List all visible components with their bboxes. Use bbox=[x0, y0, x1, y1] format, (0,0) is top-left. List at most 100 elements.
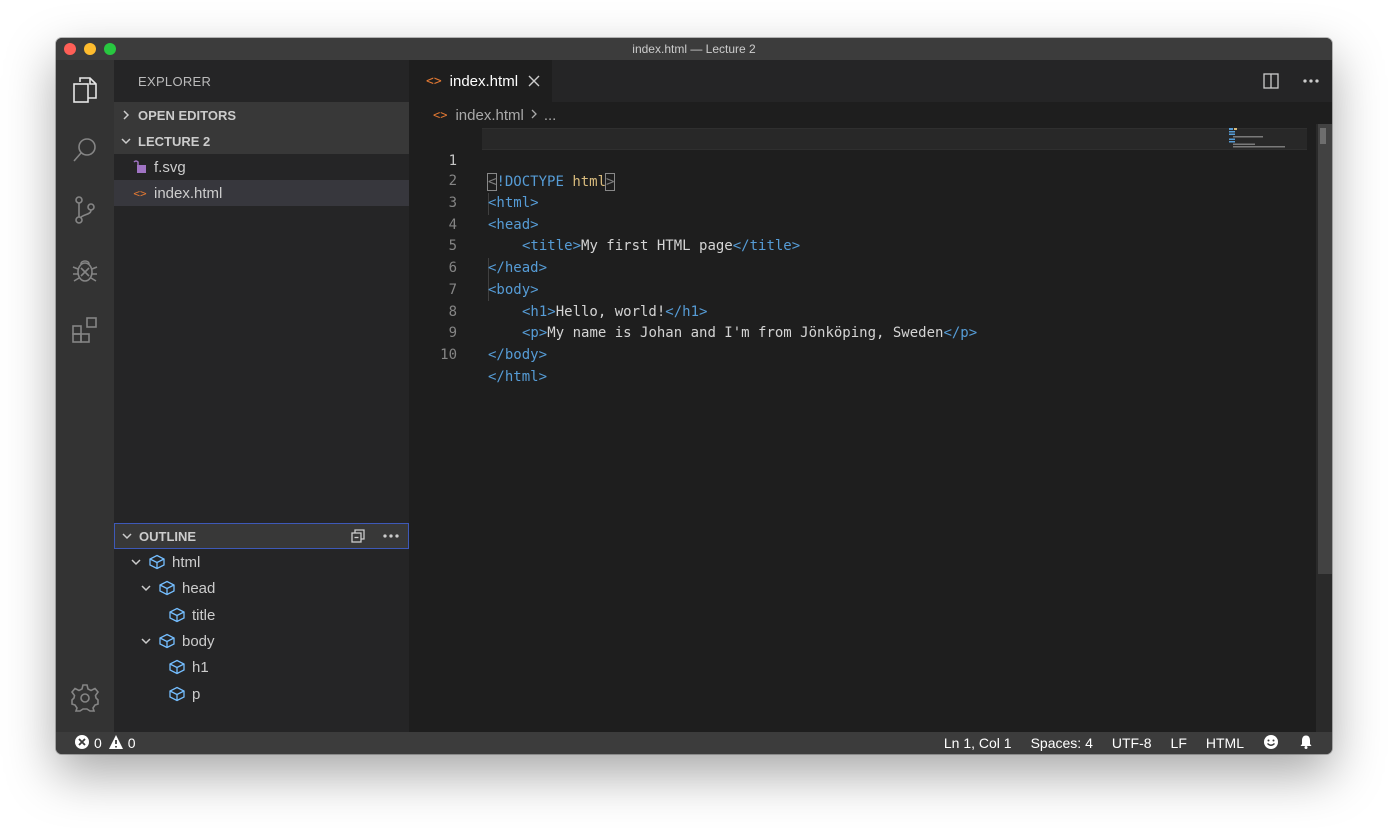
code-line-5: 5 </head> bbox=[409, 215, 1319, 276]
more-actions-icon[interactable] bbox=[1302, 72, 1320, 95]
chevron-right-icon bbox=[114, 109, 138, 121]
editor-area: <> index.html <> index.html ... 1 <!DOCT… bbox=[409, 60, 1332, 732]
tab-index-html[interactable]: <> index.html bbox=[409, 60, 552, 102]
collapse-all-icon[interactable] bbox=[350, 528, 368, 547]
outline-item-h1[interactable]: h1 bbox=[168, 654, 209, 680]
folder-section[interactable]: LECTURE 2 bbox=[114, 128, 409, 154]
breadcrumb: <> index.html ... bbox=[433, 106, 556, 124]
code-line-1: 1 <!DOCTYPE html> bbox=[449, 128, 1307, 192]
file-item-f-svg[interactable]: f.svg bbox=[114, 154, 409, 180]
code-text: </body> bbox=[488, 346, 548, 363]
breadcrumb-symbol[interactable]: ... bbox=[544, 107, 557, 124]
code-line-7: 7 <h1>Hello, world!</h1> bbox=[409, 258, 1319, 320]
file-item-index-html[interactable]: <> index.html bbox=[114, 180, 409, 206]
debug-icon[interactable] bbox=[67, 252, 103, 288]
feedback-smiley-icon[interactable] bbox=[1263, 734, 1279, 753]
file-name: f.svg bbox=[154, 158, 186, 176]
code-line-3: 3 <head> bbox=[409, 171, 1319, 233]
close-tab-icon[interactable] bbox=[528, 75, 540, 87]
outline-item-p[interactable]: p bbox=[168, 681, 200, 707]
outline-item-body[interactable]: body bbox=[138, 628, 215, 654]
scroll-position-marker bbox=[1320, 128, 1326, 144]
vscode-window: index.html — Lecture 2 EXPLORER OPEN EDI… bbox=[56, 38, 1332, 754]
encoding[interactable]: UTF-8 bbox=[1112, 735, 1152, 751]
extensions-icon[interactable] bbox=[67, 312, 103, 348]
code-editor[interactable]: 1 <!DOCTYPE html> 2 <html> 3 <head> 4 <t… bbox=[409, 128, 1319, 385]
close-window-button[interactable] bbox=[64, 43, 76, 55]
svg-file-icon bbox=[132, 159, 148, 175]
code-line-8: 8 <p>My name is Johan and I'm from Jönkö… bbox=[409, 280, 1319, 342]
file-name: index.html bbox=[154, 184, 223, 202]
problems-indicator[interactable]: 0 0 bbox=[74, 734, 136, 753]
status-bar: 0 0 Ln 1, Col 1 Spaces: 4 UTF-8 LF HTML bbox=[56, 732, 1332, 754]
maximize-window-button[interactable] bbox=[104, 43, 116, 55]
chevron-right-icon bbox=[530, 107, 538, 124]
outline-item-title[interactable]: title bbox=[168, 602, 215, 628]
chevron-down-icon bbox=[115, 531, 139, 541]
element-cube-icon bbox=[168, 686, 186, 702]
breadcrumb-file[interactable]: index.html bbox=[455, 107, 523, 124]
outline-label: OUTLINE bbox=[139, 528, 197, 544]
html-file-icon: <> bbox=[133, 186, 147, 200]
indentation[interactable]: Spaces: 4 bbox=[1031, 735, 1093, 751]
title-bar: index.html — Lecture 2 bbox=[56, 38, 1332, 60]
outline-actions bbox=[350, 528, 400, 547]
tab-bar: <> index.html bbox=[409, 60, 1332, 102]
vertical-scrollbar-thumb[interactable] bbox=[1318, 124, 1332, 574]
outline-label: title bbox=[192, 606, 216, 624]
warning-count: 0 bbox=[127, 735, 136, 751]
code-line-9: 9 </body> bbox=[409, 302, 1319, 363]
cursor-position[interactable]: Ln 1, Col 1 bbox=[944, 735, 1012, 751]
html-file-icon: <> bbox=[426, 73, 442, 89]
code-line-2: 2 <html> bbox=[409, 150, 1319, 211]
window-title: index.html — Lecture 2 bbox=[632, 42, 756, 56]
language-mode[interactable]: HTML bbox=[1206, 735, 1244, 751]
window-controls bbox=[64, 43, 116, 55]
settings-gear-icon[interactable] bbox=[67, 680, 103, 716]
minimap[interactable] bbox=[1229, 128, 1289, 148]
notifications-bell-icon[interactable] bbox=[1298, 734, 1314, 753]
chevron-down-icon bbox=[114, 136, 138, 146]
open-editors-section[interactable]: OPEN EDITORS bbox=[114, 102, 409, 128]
outline-item-head[interactable]: head bbox=[138, 575, 215, 601]
chevron-down-icon bbox=[138, 583, 154, 593]
editor-actions bbox=[1262, 72, 1320, 95]
end-of-line[interactable]: LF bbox=[1171, 735, 1187, 751]
source-control-icon[interactable] bbox=[67, 192, 103, 228]
outline-label: p bbox=[192, 685, 201, 703]
code-line-4: 4 <title>My first HTML page</title> bbox=[409, 193, 1319, 255]
search-icon[interactable] bbox=[67, 132, 103, 168]
line-number: 10 bbox=[440, 346, 457, 363]
outline-label: body bbox=[182, 632, 215, 650]
sidebar-title: EXPLORER bbox=[138, 74, 212, 89]
open-editors-label: OPEN EDITORS bbox=[138, 107, 237, 123]
explorer-sidebar: EXPLORER OPEN EDITORS LECTURE 2 f.svg <>… bbox=[114, 60, 409, 732]
chevron-down-icon bbox=[128, 557, 144, 567]
status-right: Ln 1, Col 1 Spaces: 4 UTF-8 LF HTML bbox=[944, 734, 1314, 753]
code-line-6: 6 <body> bbox=[409, 236, 1319, 298]
element-cube-icon bbox=[168, 607, 186, 623]
more-actions-icon[interactable] bbox=[382, 528, 400, 547]
element-cube-icon bbox=[148, 554, 166, 570]
folder-label: LECTURE 2 bbox=[138, 133, 211, 149]
outline-item-html[interactable]: html bbox=[128, 549, 200, 575]
outline-label: html bbox=[172, 553, 201, 571]
explorer-icon[interactable] bbox=[67, 72, 103, 108]
outline-label: h1 bbox=[192, 658, 209, 676]
warning-icon bbox=[108, 734, 124, 753]
element-cube-icon bbox=[158, 580, 176, 596]
outline-label: head bbox=[182, 579, 216, 597]
chevron-down-icon bbox=[138, 636, 154, 646]
code-line-10: 10 </html> bbox=[409, 323, 1319, 385]
html-file-icon: <> bbox=[433, 108, 448, 122]
minimize-window-button[interactable] bbox=[84, 43, 96, 55]
element-cube-icon bbox=[158, 633, 176, 649]
tab-label: index.html bbox=[449, 72, 519, 90]
code-text: </html> bbox=[488, 368, 548, 385]
outline-section[interactable]: OUTLINE bbox=[114, 523, 409, 549]
error-count: 0 bbox=[94, 735, 102, 751]
error-icon bbox=[74, 734, 90, 753]
activity-bar bbox=[56, 60, 114, 732]
split-editor-icon[interactable] bbox=[1262, 72, 1280, 95]
element-cube-icon bbox=[168, 659, 186, 675]
